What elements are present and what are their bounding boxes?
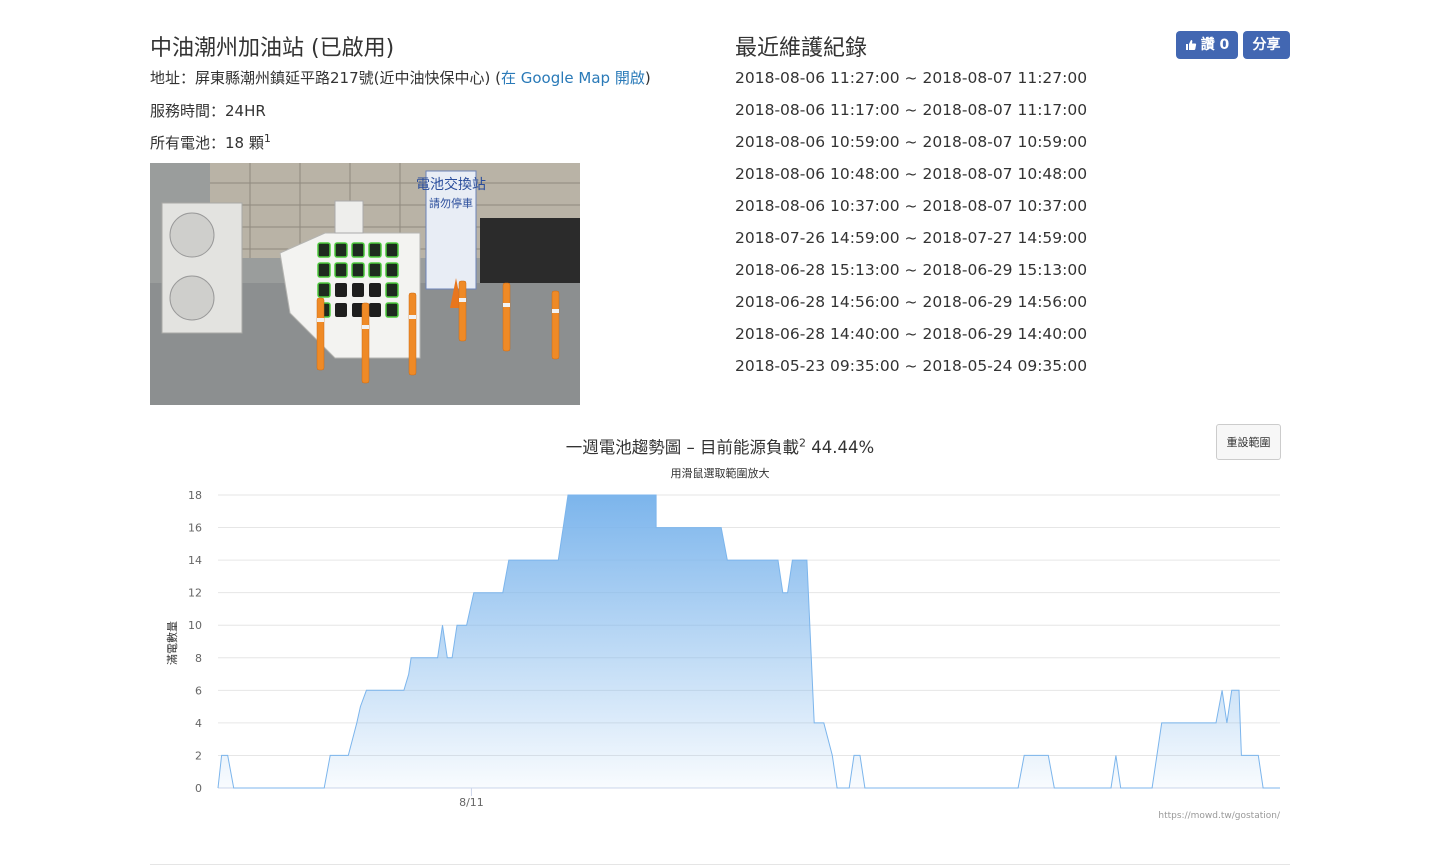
address-text: 地址：屏東縣潮州鎮延平路217號(近中油快保中心) (: [150, 69, 501, 87]
energy-load: 44.44%: [811, 438, 875, 457]
google-map-link[interactable]: 在 Google Map 開啟: [501, 69, 645, 87]
y-tick-label: 2: [195, 749, 202, 762]
chart-title-text: 一週電池趨勢圖 – 目前能源負載: [565, 438, 800, 457]
chart-subtitle: 用滑鼠選取範圍放大: [670, 467, 770, 480]
thumbs-up-icon: [1185, 40, 1196, 50]
maintenance-record: 2018-08-06 11:17:00 ~ 2018-08-07 11:17:0…: [735, 101, 1088, 119]
y-tick-label: 10: [188, 619, 202, 632]
y-axis-ticks: 0 2 4 6 8 10 12 14 16 18: [188, 489, 202, 795]
battery-footnote[interactable]: 1: [264, 132, 271, 145]
reset-zoom-button[interactable]: 重設範圍: [1216, 424, 1281, 460]
photo-sign-line2: 請勿停車: [429, 196, 473, 210]
maintenance-record: 2018-08-06 10:48:00 ~ 2018-08-07 10:48:0…: [735, 165, 1088, 183]
chart-title-footnote[interactable]: 2: [799, 437, 806, 450]
service-hours: 服務時間：24HR: [150, 102, 266, 120]
photo-sign-line1: 電池交換站: [416, 176, 486, 193]
facebook-share-button[interactable]: 分享: [1243, 31, 1290, 59]
y-tick-label: 4: [195, 717, 202, 730]
maintenance-title: 最近維護紀錄: [735, 36, 868, 61]
battery-count: 所有電池：18 顆: [150, 134, 264, 152]
maintenance-record: 2018-08-06 10:37:00 ~ 2018-08-07 10:37:0…: [735, 197, 1088, 215]
station-photo: 電池交換站 請勿停車: [150, 163, 580, 405]
maintenance-record: 2018-08-06 10:59:00 ~ 2018-08-07 10:59:0…: [735, 133, 1088, 151]
maintenance-record: 2018-05-23 09:35:00 ~ 2018-05-24 09:35:0…: [735, 357, 1088, 375]
battery-area: [218, 495, 1280, 788]
station-title: 中油潮州加油站 (已啟用): [150, 36, 395, 61]
maintenance-record: 2018-06-28 14:40:00 ~ 2018-06-29 14:40:0…: [735, 325, 1088, 343]
maintenance-record: 2018-06-28 15:13:00 ~ 2018-06-29 15:13:0…: [735, 261, 1088, 279]
maintenance-list: 2018-08-06 11:27:00 ~ 2018-08-07 11:27:0…: [735, 66, 1087, 386]
maintenance-record: 2018-08-06 11:27:00 ~ 2018-08-07 11:27:0…: [735, 69, 1088, 87]
battery-trend-chart[interactable]: 0 2 4 6 8 10 12 14 16 18 8/11 滿電數量: [150, 480, 1290, 815]
address-line: 地址：屏東縣潮州鎮延平路217號(近中油快保中心) (在 Google Map …: [150, 67, 651, 88]
maintenance-record: 2018-07-26 14:59:00 ~ 2018-07-27 14:59:0…: [735, 229, 1088, 247]
facebook-like-button[interactable]: 讚 0: [1176, 31, 1238, 59]
like-label: 讚 0: [1200, 37, 1230, 53]
y-axis-title: 滿電數量: [166, 621, 179, 665]
y-tick-label: 8: [195, 652, 202, 665]
x-axis-ticks: 8/11: [459, 788, 484, 809]
address-close: ): [644, 69, 651, 87]
y-tick-label: 18: [188, 489, 202, 502]
y-tick-label: 6: [195, 684, 202, 697]
chart-credit[interactable]: https://mowd.tw/gostation/: [1100, 811, 1280, 821]
y-tick-label: 12: [188, 587, 202, 600]
x-tick-label: 8/11: [459, 796, 484, 809]
y-tick-label: 14: [188, 554, 202, 567]
y-tick-label: 0: [195, 782, 202, 795]
maintenance-record: 2018-06-28 14:56:00 ~ 2018-06-29 14:56:0…: [735, 293, 1088, 311]
y-tick-label: 16: [188, 522, 202, 535]
divider: [150, 864, 1290, 865]
battery-count-line: 所有電池：18 顆1: [150, 132, 271, 153]
station-photo-illustration: 電池交換站 請勿停車: [150, 163, 580, 405]
